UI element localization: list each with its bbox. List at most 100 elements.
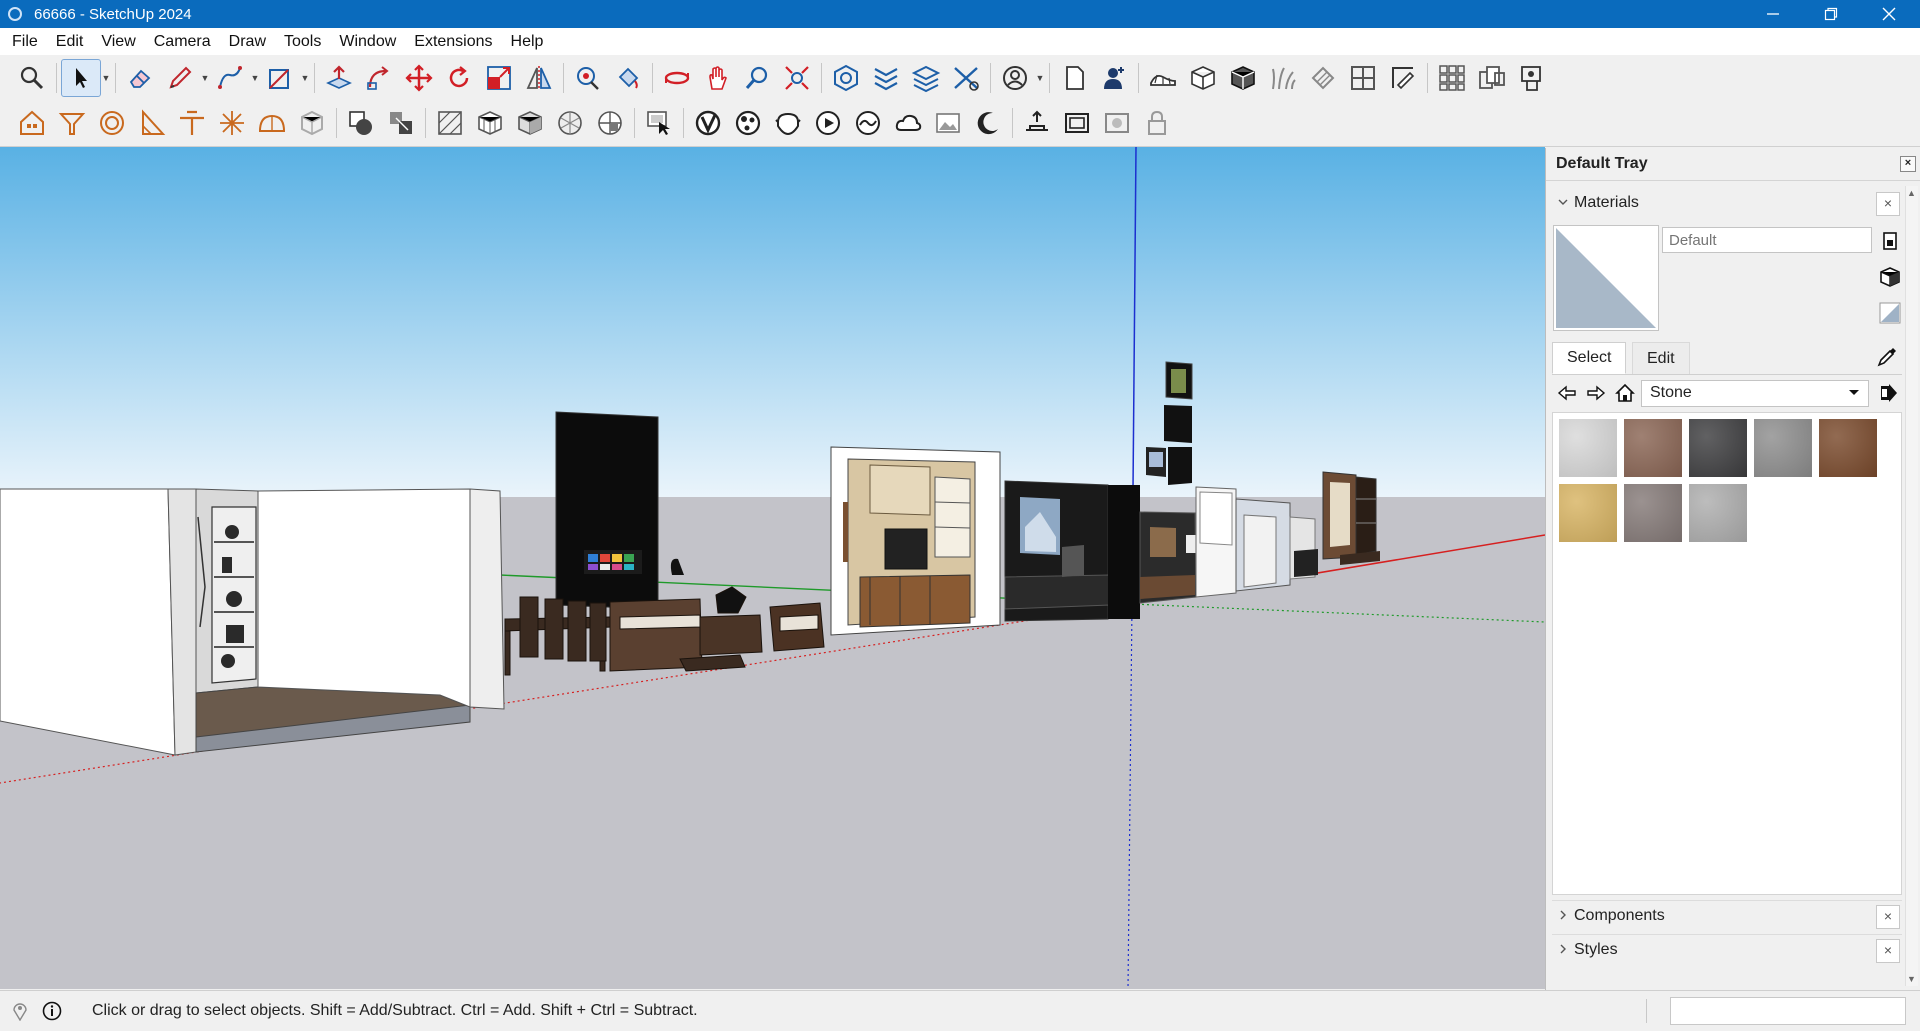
pan-button[interactable] [697, 59, 737, 97]
wooden-tv-unit[interactable] [830, 446, 1001, 636]
zoom-window-button[interactable] [737, 59, 777, 97]
circle-button[interactable] [92, 104, 132, 142]
lock-button[interactable] [1137, 104, 1177, 142]
display-secondary-button[interactable] [1877, 228, 1903, 254]
push-pull-button[interactable] [319, 59, 359, 97]
menu-file[interactable]: File [0, 33, 47, 51]
components-button[interactable] [1472, 59, 1512, 97]
scale-button[interactable] [479, 59, 519, 97]
material-swatch[interactable] [1689, 419, 1747, 477]
close-button[interactable] [1860, 0, 1918, 28]
room-model[interactable] [0, 488, 505, 756]
moon-button[interactable] [968, 104, 1008, 142]
window-button[interactable] [1512, 59, 1552, 97]
light-button[interactable] [1017, 104, 1057, 142]
rectangle-button[interactable] [260, 59, 300, 97]
textured-button[interactable] [550, 104, 590, 142]
new-file-button[interactable] [1054, 59, 1094, 97]
selection-button[interactable] [381, 104, 421, 142]
measurements-box[interactable] [1670, 997, 1906, 1025]
box-button[interactable] [1097, 104, 1137, 142]
image-button[interactable] [928, 104, 968, 142]
components-close-button[interactable]: × [1876, 905, 1900, 929]
tab-edit[interactable]: Edit [1632, 342, 1690, 374]
line-button[interactable] [210, 59, 250, 97]
pencil-button[interactable] [160, 59, 200, 97]
orbit-button[interactable] [657, 59, 697, 97]
house-button[interactable] [12, 104, 52, 142]
details-button[interactable] [1873, 379, 1902, 407]
material-swatch[interactable] [1624, 419, 1682, 477]
menu-extensions[interactable]: Extensions [405, 33, 501, 51]
scene-canvas[interactable] [0, 147, 1545, 989]
model-viewport[interactable] [0, 147, 1545, 989]
array-button[interactable] [1432, 59, 1472, 97]
outliner-button[interactable] [946, 59, 986, 97]
styles-close-button[interactable]: × [1876, 939, 1900, 963]
pencil-dropdown[interactable]: ▼ [200, 59, 210, 97]
user-button[interactable] [1094, 59, 1134, 97]
dark-tv-unit[interactable] [1004, 480, 1140, 622]
material-swatch[interactable] [1754, 419, 1812, 477]
section-plane-button[interactable] [688, 104, 728, 142]
umbrella-button[interactable] [172, 104, 212, 142]
components-panel-header[interactable]: Components × [1552, 900, 1902, 931]
scroll-down-icon[interactable]: ▼ [1907, 974, 1916, 984]
set-default-material-button[interactable] [1877, 300, 1903, 326]
back-button[interactable] [1552, 379, 1581, 407]
sandbox-button[interactable] [1143, 59, 1183, 97]
home-button[interactable] [1610, 379, 1639, 407]
section-button[interactable] [1383, 59, 1423, 97]
tray-scrollbar[interactable]: ▲ ▼ [1905, 186, 1918, 986]
material-swatch[interactable] [1624, 484, 1682, 542]
grass-button[interactable] [1263, 59, 1303, 97]
tab-select[interactable]: Select [1552, 342, 1627, 374]
cube-button[interactable] [1183, 59, 1223, 97]
material-swatch[interactable] [1819, 419, 1877, 477]
teapot-button[interactable] [808, 104, 848, 142]
v-ray-button[interactable] [728, 104, 768, 142]
menu-edit[interactable]: Edit [47, 33, 93, 51]
restore-button[interactable] [1802, 0, 1860, 28]
grid-button[interactable] [1343, 59, 1383, 97]
tags-button[interactable] [906, 59, 946, 97]
solid-button[interactable] [1223, 59, 1263, 97]
material-swatch[interactable] [1559, 419, 1617, 477]
create-material-button[interactable] [1877, 264, 1903, 290]
styles-panel-header[interactable]: Styles × [1552, 934, 1902, 965]
menu-view[interactable]: View [92, 33, 144, 51]
dome-button[interactable] [252, 104, 292, 142]
material-swatch[interactable] [1689, 484, 1747, 542]
select-dropdown[interactable]: ▼ [101, 59, 111, 97]
geolocation-button[interactable] [8, 999, 32, 1023]
material-swatch[interactable] [1559, 484, 1617, 542]
zoom-extents-button[interactable] [777, 59, 817, 97]
menu-window[interactable]: Window [330, 33, 405, 51]
select-button[interactable] [61, 59, 101, 97]
menu-draw[interactable]: Draw [220, 33, 275, 51]
menu-help[interactable]: Help [502, 33, 553, 51]
instructor-button[interactable] [40, 999, 64, 1023]
render-button[interactable] [848, 104, 888, 142]
library-select[interactable]: Stone [1641, 379, 1869, 407]
hidden-line-button[interactable] [470, 104, 510, 142]
rectangle-dropdown[interactable]: ▼ [300, 59, 310, 97]
wireframe-button[interactable] [430, 104, 470, 142]
offset-button[interactable] [568, 59, 608, 97]
warehouse-button[interactable] [826, 59, 866, 97]
zoom-button[interactable] [12, 59, 52, 97]
sample-paint-button[interactable] [1876, 346, 1898, 373]
materials-close-button[interactable]: × [1876, 192, 1900, 216]
menu-tools[interactable]: Tools [275, 33, 330, 51]
profile-button[interactable] [995, 59, 1035, 97]
frame-button[interactable] [1057, 104, 1097, 142]
xray-button[interactable] [639, 104, 679, 142]
paint-button[interactable] [608, 59, 648, 97]
eraser-button[interactable] [120, 59, 160, 97]
follow-me-button[interactable] [359, 59, 399, 97]
tray-close-button[interactable]: × [1900, 156, 1916, 172]
menu-camera[interactable]: Camera [145, 33, 220, 51]
cloud-button[interactable] [888, 104, 928, 142]
minimize-button[interactable] [1744, 0, 1802, 28]
flip-button[interactable] [519, 59, 559, 97]
